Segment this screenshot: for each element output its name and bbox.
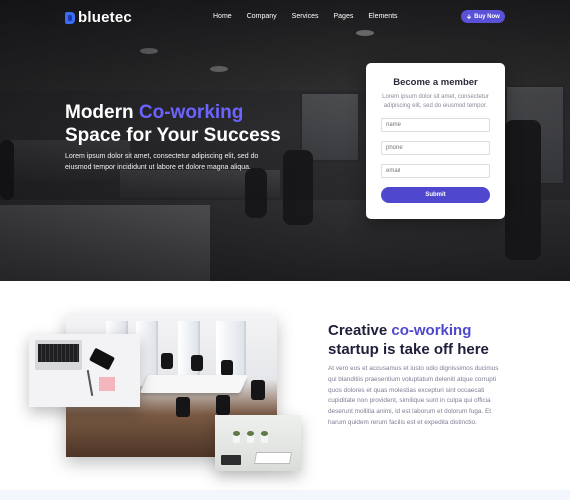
hero-title-line2: Space for Your Success xyxy=(65,125,281,146)
nav-company[interactable]: Company xyxy=(247,13,277,20)
photo-tablet xyxy=(221,455,241,465)
photo-plant xyxy=(261,431,268,443)
buy-now-button[interactable]: Buy Now xyxy=(461,10,505,23)
photo-table xyxy=(139,375,249,393)
photo-chair xyxy=(176,397,190,417)
about-title-rest: startup is take off here xyxy=(328,341,489,358)
form-description: Lorem ipsum dolor sit amet, consectetur … xyxy=(382,94,489,109)
photo-sticky-note xyxy=(99,377,115,391)
email-input[interactable] xyxy=(381,164,490,178)
photo-notebook xyxy=(253,452,293,464)
nav-home[interactable]: Home xyxy=(213,13,232,20)
nav-pages[interactable]: Pages xyxy=(334,13,354,20)
hero-description: Lorem ipsum dolor sit amet, consectetur … xyxy=(65,153,259,171)
top-navigation: bluetec Home Company Services Pages Elem… xyxy=(0,0,570,34)
brand-name: bluetec xyxy=(78,9,132,26)
submit-button[interactable]: Submit xyxy=(381,187,490,203)
logo-icon xyxy=(65,11,75,24)
phone-input[interactable] xyxy=(381,141,490,155)
about-title-prefix: Creative xyxy=(328,322,392,339)
photo-chair xyxy=(191,355,203,371)
photo-chair xyxy=(251,380,265,400)
photo-pen xyxy=(86,370,94,396)
photo-plant xyxy=(233,431,240,443)
hero-title: Modern Co-working Space for Your Success xyxy=(65,101,325,147)
brand-logo[interactable]: bluetec xyxy=(65,9,132,26)
form-title: Become a member xyxy=(393,77,478,88)
name-input[interactable] xyxy=(381,118,490,132)
download-icon xyxy=(467,14,472,19)
photo-chair xyxy=(221,360,233,376)
photo-chair xyxy=(216,395,230,415)
about-description: At vero eos et accusamus et iusto odio d… xyxy=(328,365,499,426)
nav-elements[interactable]: Elements xyxy=(368,13,397,20)
photo-phone xyxy=(89,347,115,371)
main-menu: Home Company Services Pages Elements xyxy=(213,13,413,20)
about-title: Creative co-working startup is take off … xyxy=(328,321,528,359)
photo-chair xyxy=(161,353,173,369)
buy-now-label: Buy Now xyxy=(474,13,500,20)
workspace-plants-photo xyxy=(215,415,301,471)
about-title-accent: co-working xyxy=(391,322,472,339)
photo-laptop xyxy=(35,340,82,370)
hero-title-prefix: Modern xyxy=(65,102,139,123)
nav-services[interactable]: Services xyxy=(292,13,319,20)
workspace-desk-photo xyxy=(29,334,140,407)
photo-plant xyxy=(247,431,254,443)
hero-title-accent: Co-working xyxy=(138,102,244,123)
next-section-edge xyxy=(0,490,570,500)
